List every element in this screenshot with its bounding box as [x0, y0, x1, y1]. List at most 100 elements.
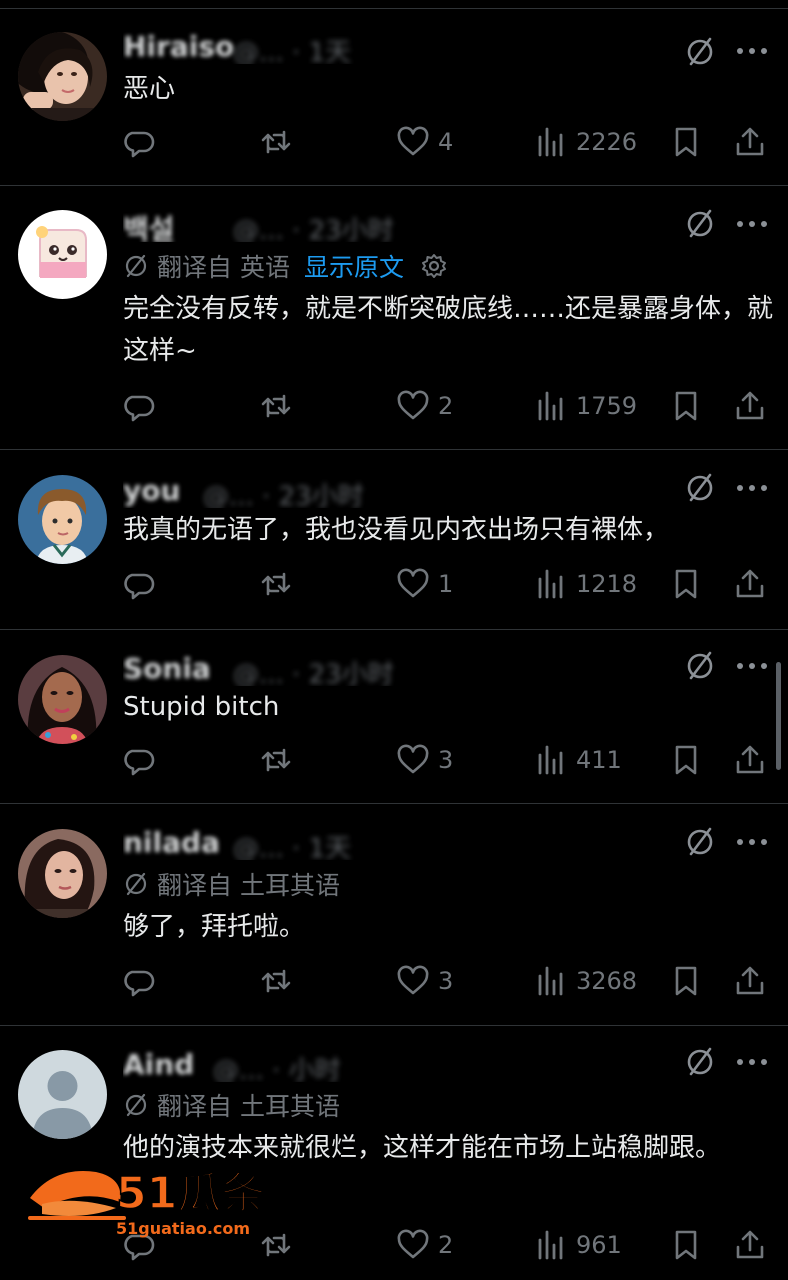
- author-name[interactable]: you: [123, 474, 180, 507]
- author-handle-and-time[interactable]: @... · 23小时: [233, 210, 394, 242]
- author-name[interactable]: Sonia: [123, 652, 211, 685]
- like-button[interactable]: 2: [396, 386, 453, 426]
- author-handle-and-time[interactable]: @... · 1天: [233, 32, 351, 64]
- reply-post[interactable]: Hiraiso @... · 1天 恶心 4 2226: [0, 8, 788, 186]
- reply-post[interactable]: Sonia @... · 23小时 Stupid bitch 3 411: [0, 630, 788, 804]
- watermark-url: 51guatiao.com: [116, 1219, 250, 1238]
- reply-button[interactable]: [122, 386, 164, 426]
- scrollbar[interactable]: [776, 662, 781, 770]
- grok-icon[interactable]: [684, 826, 716, 858]
- like-button[interactable]: 3: [396, 961, 453, 1001]
- repost-button[interactable]: [259, 740, 301, 780]
- bookmark-button[interactable]: [669, 122, 703, 162]
- more-options-icon[interactable]: [735, 46, 769, 56]
- share-button[interactable]: [733, 961, 767, 1001]
- share-button[interactable]: [733, 386, 767, 426]
- translation-notice: 翻译自 英语 显示原文: [123, 250, 448, 282]
- avatar[interactable]: [18, 32, 107, 121]
- translation-notice: 翻译自 土耳其语: [123, 1089, 340, 1121]
- grok-icon[interactable]: [684, 650, 716, 682]
- more-options-icon[interactable]: [735, 483, 769, 493]
- translated-from-label: 翻译自 土耳其语: [157, 871, 340, 900]
- share-icon: [736, 745, 764, 774]
- like-button[interactable]: 2: [396, 1225, 453, 1265]
- bookmark-icon: [675, 745, 697, 775]
- avatar[interactable]: [18, 475, 107, 564]
- avatar[interactable]: [18, 210, 107, 299]
- views-chart-icon: [538, 1230, 563, 1260]
- more-options-icon[interactable]: [735, 837, 769, 847]
- reply-post[interactable]: 백설 @... · 23小时 翻译自 英语 显示原文 完全没有反转，就是不断突破…: [0, 186, 788, 450]
- bookmark-button[interactable]: [669, 386, 703, 426]
- author-handle-and-time[interactable]: @... · 23小时: [233, 654, 394, 686]
- author-line[interactable]: nilada @... · 1天: [123, 826, 663, 860]
- grok-icon[interactable]: [684, 36, 716, 68]
- like-button[interactable]: 4: [396, 122, 453, 162]
- author-handle-and-time[interactable]: @... · 小时: [213, 1050, 341, 1082]
- share-icon: [736, 127, 764, 156]
- reply-post[interactable]: Aind @... · 小时 翻译自 土耳其语 他的演技本来就很烂，这样才能在市…: [0, 1026, 788, 1280]
- share-button[interactable]: [733, 740, 767, 780]
- share-icon: [736, 1230, 764, 1259]
- grok-icon[interactable]: [684, 1046, 716, 1078]
- author-handle-and-time[interactable]: @... · 23小时: [203, 476, 364, 508]
- repost-button[interactable]: [259, 386, 301, 426]
- share-button[interactable]: [733, 1225, 767, 1265]
- author-name[interactable]: nilada: [123, 826, 220, 859]
- reply-button[interactable]: [122, 122, 164, 162]
- reply-post[interactable]: nilada @... · 1天 翻译自 土耳其语 够了，拜托啦。 3 3268: [0, 804, 788, 1026]
- views-button[interactable]: 961: [534, 1225, 622, 1265]
- reply-icon: [124, 573, 155, 600]
- bookmark-button[interactable]: [669, 740, 703, 780]
- views-button[interactable]: 411: [534, 740, 622, 780]
- avatar[interactable]: [18, 655, 107, 744]
- author-line[interactable]: Hiraiso @... · 1天: [123, 30, 663, 64]
- author-name[interactable]: 백설: [123, 208, 175, 242]
- more-options-icon[interactable]: [735, 661, 769, 671]
- avatar[interactable]: [18, 829, 107, 918]
- like-button[interactable]: 3: [396, 740, 453, 780]
- grok-icon[interactable]: [684, 472, 716, 504]
- like-button[interactable]: 1: [396, 564, 453, 604]
- view-count: 1759: [576, 392, 638, 420]
- author-line[interactable]: you @... · 23小时: [123, 474, 663, 508]
- reply-button[interactable]: [122, 564, 164, 604]
- bookmark-button[interactable]: [669, 1225, 703, 1265]
- heart-icon: [397, 965, 429, 995]
- avatar[interactable]: [18, 1050, 107, 1139]
- views-button[interactable]: 1759: [534, 386, 637, 426]
- repost-button[interactable]: [259, 122, 301, 162]
- gear-icon[interactable]: [420, 252, 448, 280]
- views-button[interactable]: 1218: [534, 564, 637, 604]
- more-options-icon[interactable]: [735, 219, 769, 229]
- repost-icon: [261, 394, 291, 418]
- more-options-icon[interactable]: [735, 1057, 769, 1067]
- author-handle-and-time[interactable]: @... · 1天: [233, 828, 351, 860]
- watermark-brand: 51瓜条: [116, 1168, 265, 1219]
- view-count: 3268: [576, 967, 638, 995]
- post-text: 恶心: [123, 74, 176, 104]
- bookmark-button[interactable]: [669, 961, 703, 1001]
- reply-button[interactable]: [122, 961, 164, 1001]
- reply-button[interactable]: [122, 740, 164, 780]
- grok-icon[interactable]: [684, 208, 716, 240]
- author-line[interactable]: Aind @... · 小时: [123, 1048, 663, 1082]
- bookmark-button[interactable]: [669, 564, 703, 604]
- author-name[interactable]: Hiraiso: [123, 30, 234, 63]
- author-line[interactable]: Sonia @... · 23小时: [123, 652, 663, 686]
- action-bar: 3 411: [0, 740, 788, 780]
- repost-button[interactable]: [259, 961, 301, 1001]
- share-button[interactable]: [733, 564, 767, 604]
- author-name[interactable]: Aind: [123, 1048, 194, 1081]
- author-line[interactable]: 백설 @... · 23小时: [123, 208, 663, 242]
- post-text: 完全没有反转，就是不断突破底线……还是暴露身体，就这样~: [123, 294, 774, 366]
- reply-post[interactable]: you @... · 23小时 我真的无语了，我也没看见内衣出场只有裸体， 1 …: [0, 450, 788, 630]
- repost-icon: [261, 572, 291, 596]
- action-bar: 1 1218: [0, 564, 788, 604]
- show-original-link[interactable]: 显示原文: [304, 248, 404, 284]
- views-button[interactable]: 2226: [534, 122, 637, 162]
- repost-button[interactable]: [259, 564, 301, 604]
- views-button[interactable]: 3268: [534, 961, 637, 1001]
- heart-icon: [397, 1229, 429, 1259]
- share-button[interactable]: [733, 122, 767, 162]
